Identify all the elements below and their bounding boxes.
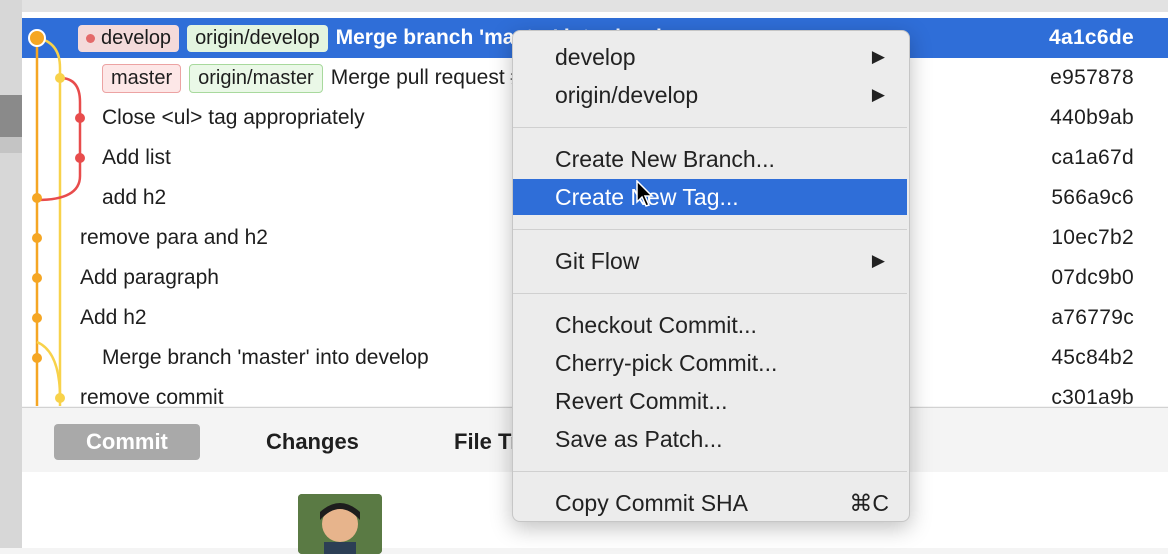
menu-item-label: Cherry-pick Commit... bbox=[555, 350, 778, 376]
menu-separator bbox=[513, 127, 907, 128]
menu-separator bbox=[513, 293, 907, 294]
avatar bbox=[298, 494, 382, 554]
commit-sha: 4a1c6de bbox=[1048, 26, 1134, 49]
commit-subject: remove para and h2 bbox=[80, 226, 268, 250]
mouse-cursor-icon bbox=[636, 180, 654, 207]
commit-message: Close <ul> tag appropriately bbox=[102, 106, 365, 129]
branch-label-text: master bbox=[111, 66, 173, 89]
submenu-arrow-icon: ▶ bbox=[871, 251, 885, 270]
menu-item-develop[interactable]: develop ▶ bbox=[513, 39, 907, 75]
branch-label-text: develop bbox=[101, 26, 172, 49]
commit-subject: Add paragraph bbox=[80, 266, 219, 290]
commit-subject: add h2 bbox=[102, 186, 166, 210]
branch-label[interactable]: origin/develop bbox=[187, 24, 328, 52]
commit-sha: 440b9ab bbox=[1050, 106, 1134, 129]
menu-item-revert-commit[interactable]: Revert Commit... bbox=[513, 383, 907, 419]
menu-item-label: Create New Branch... bbox=[555, 146, 775, 172]
menu-item-copy-commit-sha[interactable]: Copy Commit SHA ⌘C bbox=[513, 485, 907, 521]
commit-message: Add list bbox=[102, 146, 171, 169]
menu-item-cherry-pick-commit[interactable]: Cherry-pick Commit... bbox=[513, 345, 907, 381]
commit-message: add h2 bbox=[102, 186, 167, 209]
menu-item-label: Save as Patch... bbox=[555, 426, 723, 452]
commit-sha: 566a9c6 bbox=[1051, 186, 1134, 209]
commit-subject: Close <ul> tag appropriately bbox=[102, 106, 365, 130]
commit-sha: 45c84b2 bbox=[1051, 346, 1134, 369]
commit-message: Merge branch 'master' into develop bbox=[102, 346, 429, 369]
commit-sha: e957878 bbox=[1050, 66, 1134, 89]
branch-label-text: origin/develop bbox=[195, 26, 320, 49]
commit-subject: Add list bbox=[102, 146, 171, 170]
menu-item-git-flow[interactable]: Git Flow ▶ bbox=[513, 243, 907, 279]
menu-item-label: Revert Commit... bbox=[555, 388, 728, 414]
commit-message: remove commit bbox=[80, 386, 224, 406]
commit-message: Add h2 bbox=[80, 306, 147, 329]
commit-sha: 10ec7b2 bbox=[1051, 226, 1134, 249]
menu-item-label: Copy Commit SHA bbox=[555, 490, 748, 516]
menu-item-label: Checkout Commit... bbox=[555, 312, 757, 338]
menu-separator bbox=[513, 471, 907, 472]
branch-label-text: origin/master bbox=[198, 66, 314, 89]
commit-sha: 07dc9b0 bbox=[1051, 266, 1134, 289]
commit-sha: ca1a67d bbox=[1051, 146, 1134, 169]
commit-subject: Merge branch 'master' into develop bbox=[102, 346, 429, 370]
menu-item-checkout-commit[interactable]: Checkout Commit... bbox=[513, 307, 907, 343]
menu-item-label: Git Flow bbox=[555, 248, 640, 274]
menu-item-save-as-patch[interactable]: Save as Patch... bbox=[513, 421, 907, 457]
context-menu: develop ▶ origin/develop ▶ Create New Branch… bbox=[512, 30, 910, 522]
commit-message: remove para and h2 bbox=[80, 226, 268, 249]
commit-sha: c301a9b bbox=[1051, 386, 1134, 406]
commit-sha: a76779c bbox=[1051, 306, 1134, 329]
head-indicator-icon bbox=[86, 33, 95, 43]
commit-subject: Add h2 bbox=[80, 306, 147, 330]
commit-subject: remove commit bbox=[80, 386, 224, 406]
submenu-arrow-icon: ▶ bbox=[871, 47, 885, 66]
branch-label[interactable]: develop bbox=[78, 24, 180, 52]
sidebar-edge bbox=[0, 0, 22, 548]
branch-label[interactable]: master bbox=[102, 63, 182, 93]
submenu-arrow-icon: ▶ bbox=[871, 85, 885, 104]
branch-label[interactable]: origin/master bbox=[189, 63, 323, 93]
menu-item-create-new-branch[interactable]: Create New Branch... bbox=[513, 141, 907, 177]
menu-separator bbox=[513, 229, 907, 230]
menu-item-origin-develop[interactable]: origin/develop ▶ bbox=[513, 77, 907, 113]
tab-changes[interactable]: Changes bbox=[266, 424, 359, 460]
commit-message: Add paragraph bbox=[80, 266, 219, 289]
menu-item-label: origin/develop bbox=[555, 82, 699, 108]
menu-item-create-new-tag[interactable]: Create New Tag... bbox=[513, 179, 907, 215]
tab-commit[interactable]: Commit bbox=[54, 424, 200, 460]
menu-shortcut: ⌘C bbox=[849, 490, 889, 516]
menu-item-label: develop bbox=[555, 44, 636, 70]
